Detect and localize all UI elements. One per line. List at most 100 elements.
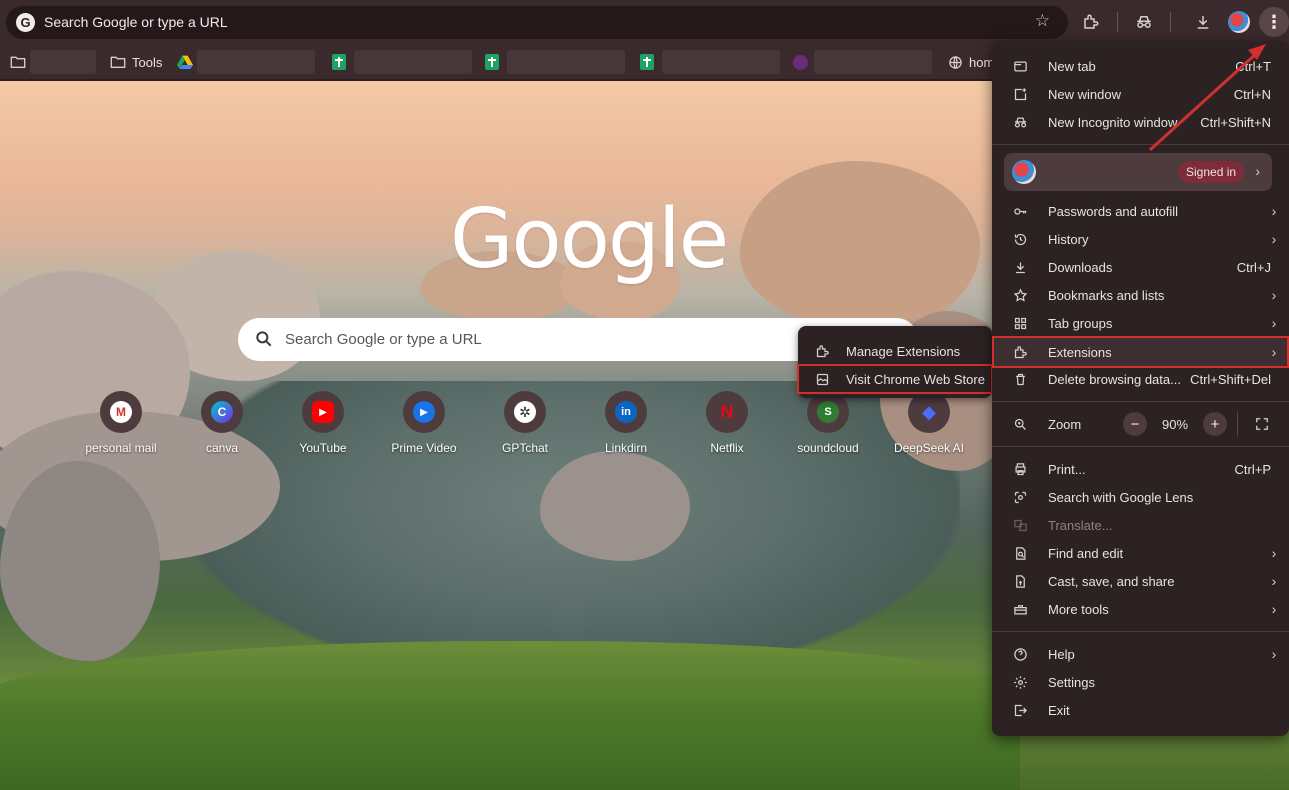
menu-item-history[interactable]: History › <box>992 225 1289 253</box>
lens-icon <box>992 490 1048 505</box>
menu-item-tab-groups[interactable]: Tab groups › <box>992 309 1289 337</box>
zoom-separator <box>1237 412 1238 436</box>
chevron-right-icon: › <box>1271 203 1277 219</box>
google-sheets-icon <box>485 54 499 70</box>
bookmark-folder-1[interactable] <box>10 49 96 75</box>
menu-item-visit-web-store[interactable]: Visit Chrome Web Store <box>797 364 993 394</box>
extensions-puzzle-icon[interactable] <box>1077 8 1105 36</box>
menu-item-google-lens[interactable]: Search with Google Lens <box>992 483 1289 511</box>
chevron-right-icon: › <box>1255 163 1260 179</box>
new-tab-icon <box>992 59 1048 74</box>
globe-icon <box>949 55 962 69</box>
menu-item-downloads[interactable]: Downloads Ctrl+J <box>992 253 1289 281</box>
menu-item-label: Search with Google Lens <box>1048 489 1194 505</box>
menu-item-settings[interactable]: Settings <box>992 668 1289 696</box>
chevron-right-icon: › <box>1271 231 1277 247</box>
menu-item-new-incognito[interactable]: New Incognito window Ctrl+Shift+N <box>992 108 1289 136</box>
shortcut-icon-bg: N <box>706 391 748 433</box>
menu-item-label: History <box>1048 231 1089 247</box>
bookmark-star-icon[interactable]: ☆ <box>1035 11 1050 31</box>
bookmark-sheet-3[interactable] <box>640 49 780 75</box>
zoom-level: 90% <box>1161 416 1189 432</box>
google-drive-icon <box>177 55 193 69</box>
menu-item-find-edit[interactable]: Find and edit › <box>992 539 1289 567</box>
menu-item-label: Exit <box>1048 702 1070 718</box>
chrome-menu-button[interactable]: ⋮ <box>1259 7 1289 37</box>
shortcut-tile[interactable]: ◆ DeepSeek AI <box>878 391 980 455</box>
menu-item-label: Bookmarks and lists <box>1048 287 1165 303</box>
shortcut-tile[interactable]: M personal mail <box>70 391 172 455</box>
menu-item-print[interactable]: Print... Ctrl+P <box>992 455 1289 483</box>
shortcut-label: DeepSeek AI <box>893 441 965 455</box>
toolbar-separator <box>1117 12 1118 32</box>
gmail-icon: M <box>110 401 132 423</box>
shortcut-icon-bg: ▶ <box>403 391 445 433</box>
profile-avatar[interactable] <box>1228 11 1250 33</box>
menu-item-translate: Translate... <box>992 511 1289 539</box>
menu-item-delete-browsing-data[interactable]: Delete browsing data... Ctrl+Shift+Del <box>992 365 1289 393</box>
fullscreen-icon[interactable] <box>1250 412 1274 436</box>
menu-item-help[interactable]: Help › <box>992 640 1289 668</box>
omnibox[interactable]: G Search Google or type a URL ☆ <box>6 6 1068 39</box>
bookmark-drive[interactable] <box>177 49 315 75</box>
menu-item-cast-save-share[interactable]: Cast, save, and share › <box>992 567 1289 595</box>
menu-item-exit[interactable]: Exit <box>992 696 1289 724</box>
bookmark-sheet-2[interactable] <box>485 49 625 75</box>
menu-item-passwords[interactable]: Passwords and autofill › <box>992 197 1289 225</box>
menu-item-label: Extensions <box>1048 344 1112 360</box>
menu-item-new-window[interactable]: New window Ctrl+N <box>992 80 1289 108</box>
shortcut-tile[interactable]: N Netflix <box>676 391 778 455</box>
site-favicon-icon <box>793 54 808 70</box>
help-icon <box>992 647 1048 662</box>
zoom-icon <box>992 417 1048 432</box>
zoom-out-button[interactable]: − <box>1123 412 1147 436</box>
chevron-right-icon: › <box>1271 601 1277 617</box>
menu-item-new-tab[interactable]: New tab Ctrl+T <box>992 52 1289 80</box>
zoom-in-button[interactable]: + <box>1203 412 1227 436</box>
menu-item-bookmarks[interactable]: Bookmarks and lists › <box>992 281 1289 309</box>
shortcut-label: personal mail <box>85 441 157 455</box>
chevron-right-icon: › <box>1271 573 1277 589</box>
linkedin-icon: in <box>615 401 637 423</box>
bookmark-sheet-1[interactable] <box>332 49 472 75</box>
download-icon <box>992 260 1048 275</box>
new-window-icon <box>992 87 1048 102</box>
download-icon[interactable] <box>1189 8 1217 36</box>
menu-divider <box>992 631 1289 632</box>
folder-icon <box>10 56 26 68</box>
profile-row[interactable]: Signed in › <box>1004 153 1272 191</box>
redacted-bookmark <box>814 50 932 74</box>
menu-item-label: Manage Extensions <box>846 343 961 359</box>
shortcut-tile[interactable]: C canva <box>171 391 273 455</box>
menu-item-label: Visit Chrome Web Store <box>846 371 985 387</box>
menu-divider <box>992 144 1289 145</box>
menu-divider <box>992 446 1289 447</box>
menu-item-more-tools[interactable]: More tools › <box>992 595 1289 623</box>
shortcut-tile[interactable]: ✲ GPTchat <box>474 391 576 455</box>
tab-groups-icon <box>992 316 1048 331</box>
shortcut-tile[interactable]: S soundcloud <box>777 391 879 455</box>
menu-item-shortcut: Ctrl+T <box>1235 58 1271 74</box>
menu-item-label: Passwords and autofill <box>1048 203 1179 219</box>
bookmark-folder-tools[interactable]: Tools <box>110 49 162 75</box>
shortcut-tile[interactable]: in Linkdirn <box>575 391 677 455</box>
incognito-icon[interactable] <box>1130 8 1158 36</box>
bookmark-home[interactable]: hom <box>948 49 994 75</box>
menu-item-manage-extensions[interactable]: Manage Extensions <box>798 337 992 365</box>
redacted-bookmark <box>30 50 96 74</box>
browser-toolbar: G Search Google or type a URL ☆ ⋮ <box>0 0 1289 44</box>
shortcut-icon-bg: ▶ <box>302 391 344 433</box>
chevron-right-icon: › <box>1271 344 1277 360</box>
omnibox-text: Search Google or type a URL <box>44 14 228 30</box>
printer-icon <box>992 462 1048 477</box>
shortcut-icon-bg: M <box>100 391 142 433</box>
incognito-icon <box>992 115 1048 130</box>
chevron-right-icon: › <box>1271 315 1277 331</box>
menu-item-extensions[interactable]: Extensions › <box>992 336 1289 368</box>
menu-item-zoom: Zoom − 90% + <box>992 409 1289 439</box>
shortcut-tile[interactable]: ▶ Prime Video <box>373 391 475 455</box>
google-sheets-icon <box>332 54 346 70</box>
menu-item-label: Translate... <box>1048 517 1113 533</box>
bookmark-site[interactable] <box>793 49 932 75</box>
shortcut-tile[interactable]: ▶ YouTube <box>272 391 374 455</box>
